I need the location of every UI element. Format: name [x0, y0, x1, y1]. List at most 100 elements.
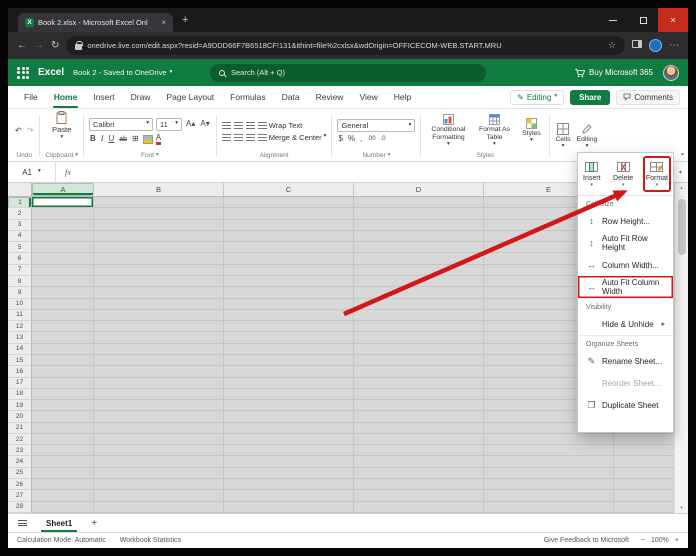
grid-cell[interactable] — [224, 433, 354, 446]
grid-cell[interactable] — [224, 479, 354, 491]
grid-cell[interactable] — [32, 332, 94, 344]
scroll-down-icon[interactable]: ▾ — [680, 505, 683, 511]
grid-cell[interactable] — [32, 456, 94, 468]
grid-cell[interactable] — [94, 298, 224, 310]
grid-cell[interactable] — [224, 208, 354, 220]
browser-menu-icon[interactable]: ⋯ — [669, 40, 679, 51]
grid-cell[interactable] — [94, 253, 224, 265]
row-header-3[interactable]: 3 — [8, 219, 32, 231]
grid-cell[interactable] — [224, 197, 354, 209]
grid-cell[interactable] — [32, 445, 94, 457]
row-header-12[interactable]: 12 — [8, 321, 32, 333]
row-header-13[interactable]: 13 — [8, 332, 32, 344]
cell-styles-button[interactable]: Styles ▾ — [518, 118, 544, 144]
grid-cell[interactable] — [32, 490, 94, 502]
grid-cell[interactable] — [94, 411, 224, 423]
tab-file[interactable]: File — [16, 86, 46, 108]
grid-cell[interactable] — [32, 377, 94, 389]
format-as-table-button[interactable]: Format As Table ▾ — [476, 114, 512, 147]
grid-cell[interactable] — [354, 332, 484, 344]
grid-cell[interactable] — [484, 479, 614, 491]
grid-cell[interactable] — [224, 242, 354, 254]
fx-icon[interactable]: fx — [56, 167, 80, 177]
grid-cell[interactable] — [224, 230, 354, 243]
row-header-4[interactable]: 4 — [8, 230, 32, 243]
grid-cell[interactable] — [224, 400, 354, 412]
grid-cell[interactable] — [224, 264, 354, 276]
tab-insert[interactable]: Insert — [85, 86, 122, 108]
grid-cell[interactable] — [94, 377, 224, 389]
grid-cell[interactable] — [354, 230, 484, 243]
menu-item-rename-sheet[interactable]: ✎ Rename Sheet... — [578, 350, 673, 372]
menu-item-hide-unhide[interactable]: Hide & Unhide ▸ — [578, 313, 673, 335]
tab-review[interactable]: Review — [308, 86, 352, 108]
grid-cell[interactable] — [224, 219, 354, 231]
calculation-mode-label[interactable]: Calculation Mode: Automatic — [17, 537, 106, 544]
decrease-decimal-icon[interactable]: .0 — [380, 136, 387, 142]
row-header-5[interactable]: 5 — [8, 242, 32, 254]
strikethrough-icon[interactable]: ab — [118, 136, 128, 143]
grid-cell[interactable] — [94, 230, 224, 243]
grid-cell[interactable] — [32, 253, 94, 265]
percent-format-icon[interactable]: % — [347, 135, 356, 143]
tab-formulas[interactable]: Formulas — [222, 86, 273, 108]
column-header-d[interactable]: D — [354, 183, 484, 196]
grid-cell[interactable] — [354, 197, 484, 209]
grid-cell[interactable] — [354, 343, 484, 355]
grid-cell[interactable] — [94, 275, 224, 288]
borders-icon[interactable]: ⊞ — [131, 135, 140, 143]
grid-cell[interactable] — [224, 422, 354, 434]
tab-home[interactable]: Home — [46, 86, 86, 108]
grid-cell[interactable] — [354, 388, 484, 401]
conditional-formatting-button[interactable]: Conditional Formatting ▾ — [426, 114, 470, 147]
bold-icon[interactable]: B — [89, 135, 97, 143]
grid-cell[interactable] — [94, 321, 224, 333]
grid-cell[interactable] — [224, 309, 354, 322]
grid-cell[interactable] — [32, 230, 94, 243]
italic-icon[interactable]: I — [100, 135, 105, 143]
menu-item-duplicate-sheet[interactable]: ❐ Duplicate Sheet — [578, 394, 673, 416]
grid-cell[interactable] — [32, 479, 94, 491]
row-header-27[interactable]: 27 — [8, 490, 32, 502]
row-header-1[interactable]: 1 — [8, 197, 32, 209]
grid-cell[interactable] — [32, 366, 94, 378]
row-header-15[interactable]: 15 — [8, 354, 32, 367]
bookmark-star-icon[interactable]: ☆ — [608, 40, 616, 51]
grid-cell[interactable] — [224, 253, 354, 265]
grid-cell[interactable] — [94, 343, 224, 355]
grid-cell[interactable] — [224, 332, 354, 344]
grid-cell[interactable] — [32, 264, 94, 276]
grid-cell[interactable] — [94, 490, 224, 502]
new-tab-button[interactable]: + — [182, 14, 188, 26]
font-name-select[interactable]: Calibri ▾ — [89, 117, 153, 131]
grid-cell[interactable] — [354, 242, 484, 254]
grid-cell[interactable] — [94, 445, 224, 457]
share-button[interactable]: Share — [570, 89, 611, 105]
wrap-text-button[interactable]: Wrap Text — [257, 121, 302, 130]
row-header-16[interactable]: 16 — [8, 366, 32, 378]
shrink-font-icon[interactable]: A▾ — [199, 120, 210, 128]
grid-cell[interactable] — [94, 208, 224, 220]
grid-cell[interactable] — [94, 388, 224, 401]
row-header-11[interactable]: 11 — [8, 309, 32, 322]
row-header-19[interactable]: 19 — [8, 400, 32, 412]
grid-cell[interactable] — [32, 219, 94, 231]
row-header-6[interactable]: 6 — [8, 253, 32, 265]
column-header-c[interactable]: C — [224, 183, 354, 196]
grid-cell[interactable] — [32, 422, 94, 434]
paste-button[interactable]: Paste ▾ — [49, 111, 74, 151]
grid-cell[interactable] — [354, 287, 484, 299]
grid-cell[interactable] — [354, 377, 484, 389]
close-window-button[interactable]: × — [658, 8, 688, 32]
grid-cell[interactable] — [354, 411, 484, 423]
app-launcher-icon[interactable] — [17, 66, 29, 79]
tab-view[interactable]: View — [351, 86, 385, 108]
grid-cell[interactable] — [224, 321, 354, 333]
zoom-in-button[interactable]: + — [675, 537, 679, 544]
grid-cell[interactable] — [32, 467, 94, 480]
grid-cell[interactable] — [224, 490, 354, 502]
scroll-up-icon[interactable]: ▴ — [680, 185, 683, 191]
grid-cell[interactable] — [94, 422, 224, 434]
grid-cell[interactable] — [484, 445, 614, 457]
font-size-select[interactable]: 11 ▾ — [156, 117, 182, 131]
